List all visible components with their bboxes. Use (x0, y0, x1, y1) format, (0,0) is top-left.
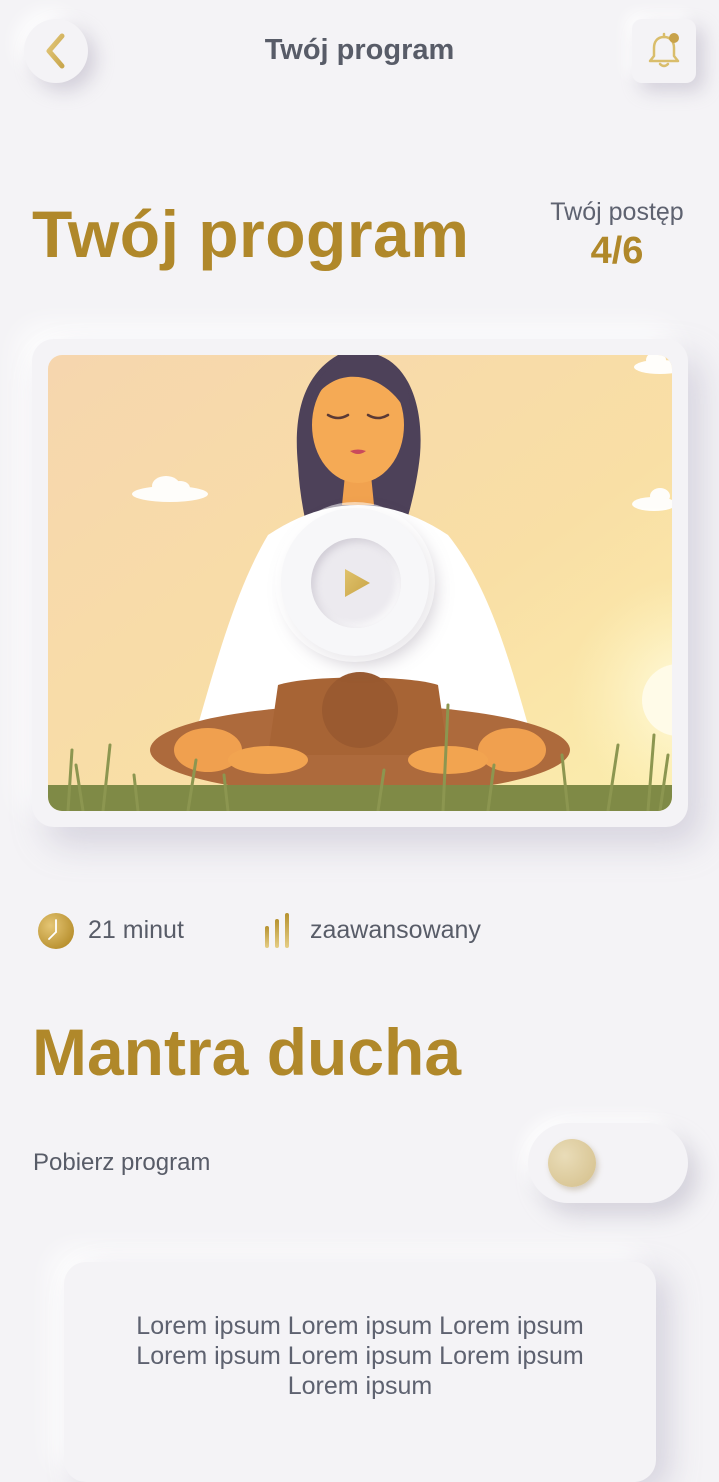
section-title: Mantra ducha (32, 1015, 462, 1089)
level-text: zaawansowany (310, 916, 481, 944)
header-title: Twój program (264, 34, 455, 66)
play-button[interactable] (311, 538, 401, 628)
level-bars-icon (265, 913, 289, 948)
clock-icon (38, 913, 74, 949)
notification-dot (669, 33, 679, 43)
bell-icon (648, 32, 680, 68)
download-label: Pobierz program (33, 1149, 211, 1176)
description-text: Lorem ipsum Lorem ipsum Lorem ipsum Lore… (136, 1312, 584, 1400)
notification-button[interactable] (632, 19, 696, 83)
play-icon (345, 569, 370, 597)
progress-value: 4/6 (590, 230, 644, 272)
toggle-knob[interactable] (548, 1139, 596, 1187)
duration-text: 21 minut (88, 916, 184, 944)
progress-label: Twój postęp (550, 198, 684, 226)
page-title: Twój program (32, 197, 470, 271)
